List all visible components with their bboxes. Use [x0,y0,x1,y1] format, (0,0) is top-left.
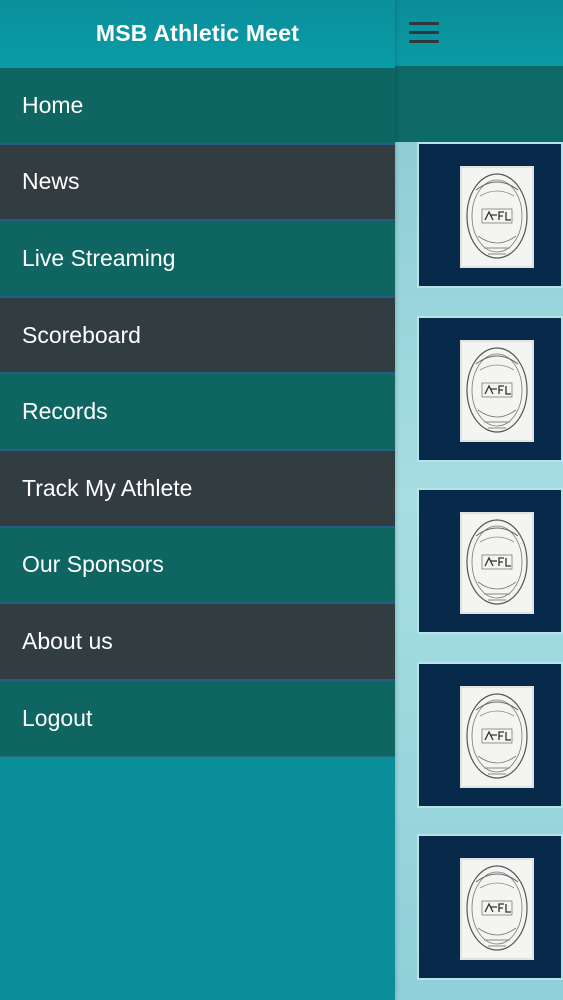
menu-item-records[interactable]: Records [0,374,395,451]
school-card[interactable] [417,662,563,808]
msb-crest-logo-icon [460,340,534,442]
navigation-drawer: MSB Athletic Meet Home News Live Streami… [0,0,395,1000]
hamburger-icon[interactable] [409,22,439,44]
school-card[interactable] [417,834,563,980]
menu-item-track-my-athlete[interactable]: Track My Athlete [0,450,395,528]
drawer-header: MSB Athletic Meet [0,0,395,69]
menu-item-home[interactable]: Home [0,68,395,145]
school-card[interactable] [417,488,563,634]
school-card[interactable] [417,316,563,462]
main-content [395,0,563,1000]
menu-item-scoreboard[interactable]: Scoreboard [0,297,395,375]
menu-item-label: About us [22,627,113,654]
menu-item-news[interactable]: News [0,144,395,222]
msb-crest-logo-icon [460,512,534,614]
menu-item-label: Our Sponsors [22,551,164,578]
msb-crest-logo-icon [460,858,534,960]
main-top-bar [395,0,563,66]
app-title: MSB Athletic Meet [95,20,300,46]
school-card[interactable] [417,142,563,288]
menu-item-label: Scoreboard [22,321,141,348]
msb-crest-logo-icon [460,166,534,268]
menu-item-live-streaming[interactable]: Live Streaming [0,221,395,298]
menu-item-logout[interactable]: Logout [0,680,395,758]
menu-item-label: Track My Athlete [22,474,193,501]
menu-item-label: Logout [22,705,93,732]
menu-item-label: News [22,168,80,195]
menu-item-about-us[interactable]: About us [0,604,395,681]
msb-crest-logo-icon [460,686,534,788]
drawer-menu: Home News Live Streaming Scoreboard Reco… [0,68,395,758]
menu-item-label: Records [22,398,108,425]
main-sub-bar [395,66,563,142]
menu-item-label: Home [22,91,84,118]
menu-item-label: Live Streaming [22,244,176,271]
menu-item-our-sponsors[interactable]: Our Sponsors [0,527,395,605]
